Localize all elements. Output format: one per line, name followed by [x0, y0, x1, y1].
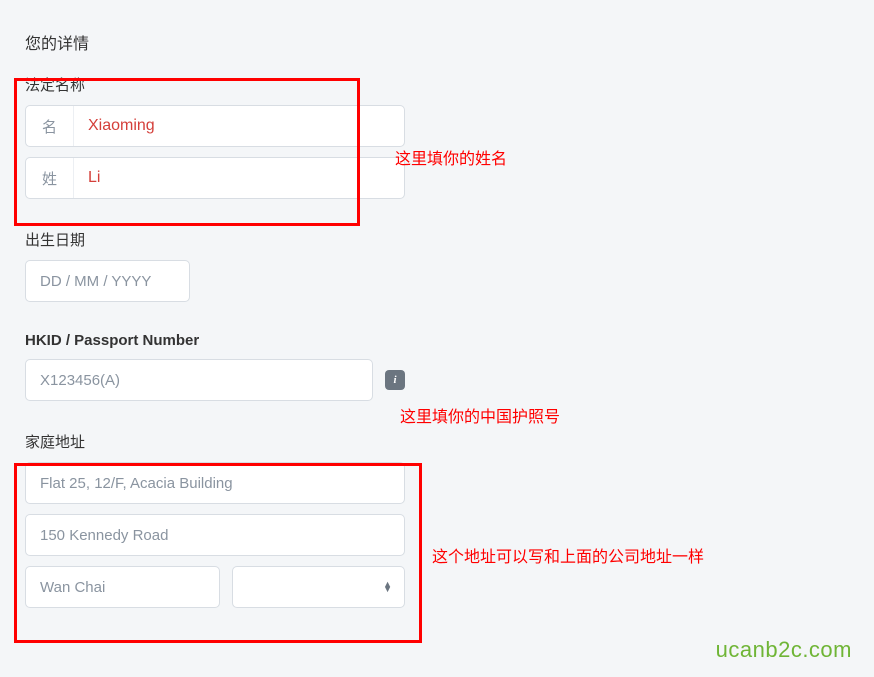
hkid-label: HKID / Passport Number	[25, 332, 405, 349]
annotation-hkid: 这里填你的中国护照号	[400, 403, 560, 427]
legal-name-label: 法定名称	[25, 74, 405, 95]
address-line2-placeholder: 150 Kennedy Road	[40, 527, 168, 544]
hkid-input[interactable]: X123456(A)	[25, 359, 373, 401]
dob-placeholder: DD / MM / YYYY	[40, 273, 151, 290]
family-name-prefix: 姓	[26, 158, 74, 198]
chevron-updown-icon: ▲▼	[383, 582, 392, 592]
annotation-name: 这里填你的姓名	[395, 145, 507, 169]
dob-input[interactable]: DD / MM / YYYY	[25, 260, 190, 302]
hkid-block: HKID / Passport Number X123456(A) i	[25, 332, 405, 401]
given-name-input[interactable]: 名 Xiaoming	[25, 105, 405, 147]
form-area: 您的详情 法定名称 名 Xiaoming 姓 Li 出生日期 DD / MM /…	[0, 0, 430, 668]
hkid-placeholder: X123456(A)	[40, 372, 120, 389]
family-name-input[interactable]: 姓 Li	[25, 157, 405, 199]
annotation-address: 这个地址可以写和上面的公司地址一样	[432, 543, 704, 567]
address-line1-input[interactable]: Flat 25, 12/F, Acacia Building	[25, 462, 405, 504]
hkid-row: X123456(A) i	[25, 359, 405, 401]
region-select[interactable]: ▲▼	[232, 566, 405, 608]
dob-block: 出生日期 DD / MM / YYYY	[25, 229, 405, 302]
district-placeholder: Wan Chai	[40, 579, 105, 596]
info-icon[interactable]: i	[385, 370, 405, 390]
family-name-value: Li	[74, 169, 404, 187]
dob-label: 出生日期	[25, 229, 405, 250]
given-name-prefix: 名	[26, 106, 74, 146]
address-row3: Wan Chai ▲▼	[25, 566, 405, 608]
page-title: 您的详情	[25, 30, 405, 54]
address-line2-input[interactable]: 150 Kennedy Road	[25, 514, 405, 556]
address-line1-placeholder: Flat 25, 12/F, Acacia Building	[40, 475, 233, 492]
watermark: ucanb2c.com	[716, 637, 852, 663]
given-name-value: Xiaoming	[74, 117, 404, 135]
address-label: 家庭地址	[25, 431, 405, 452]
address-block: 家庭地址 Flat 25, 12/F, Acacia Building 150 …	[25, 431, 405, 608]
legal-name-block: 法定名称 名 Xiaoming 姓 Li	[25, 74, 405, 199]
district-input[interactable]: Wan Chai	[25, 566, 220, 608]
